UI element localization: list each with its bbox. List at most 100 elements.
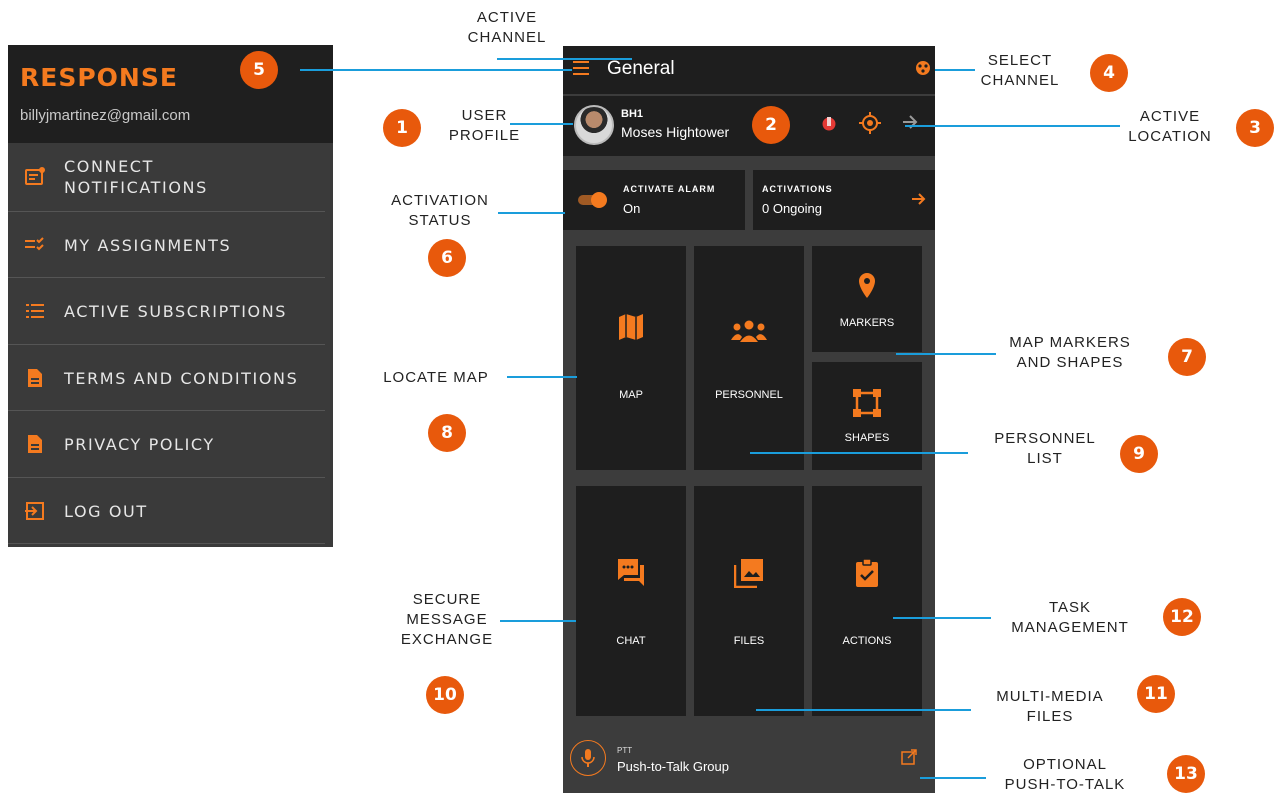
callout-number-12: 12 bbox=[1163, 598, 1201, 636]
menu-item-my-assignments[interactable]: MY ASSIGNMENTS bbox=[8, 212, 333, 278]
microphone-icon bbox=[581, 749, 595, 767]
callout-active-location: ACTIVE LOCATION bbox=[1128, 108, 1212, 145]
menu-item-label: ACTIVE SUBSCRIPTIONS bbox=[64, 301, 288, 321]
callout-number-11: 11 bbox=[1137, 675, 1175, 713]
callout-number-4: 4 bbox=[1090, 54, 1128, 92]
navigation-drawer: RESPONSE billyjmartinez@gmail.com CONNEC… bbox=[8, 45, 333, 547]
drawer-header: RESPONSE billyjmartinez@gmail.com bbox=[8, 45, 333, 143]
location-pin-icon bbox=[859, 273, 875, 298]
callout-line-12 bbox=[893, 617, 991, 619]
microphone-button[interactable] bbox=[570, 740, 606, 776]
group-icon bbox=[731, 320, 767, 342]
callout-number-6: 6 bbox=[428, 239, 466, 277]
personnel-tile[interactable]: PERSONNEL bbox=[694, 246, 804, 470]
callout-number-13: 13 bbox=[1167, 755, 1205, 793]
user-email: billyjmartinez@gmail.com bbox=[20, 107, 191, 124]
markers-label: MARKERS bbox=[839, 317, 895, 329]
alarm-value: On bbox=[623, 201, 641, 216]
callout-line-9 bbox=[750, 452, 968, 454]
callout-push-to-talk: OPTIONAL PUSH-TO-TALK bbox=[1004, 756, 1126, 793]
callout-locate-map: LOCATE MAP bbox=[383, 369, 489, 386]
checklist-icon bbox=[24, 234, 46, 256]
actions-label: ACTIONS bbox=[842, 635, 892, 647]
callout-number-8: 8 bbox=[428, 414, 466, 452]
personnel-label: PERSONNEL bbox=[715, 389, 783, 401]
document-icon bbox=[24, 433, 46, 455]
menu-item-label: MY ASSIGNMENTS bbox=[64, 235, 232, 255]
brand-logo: RESPONSE bbox=[20, 63, 178, 92]
callout-task-management: TASK MANAGEMENT bbox=[1011, 599, 1129, 636]
menu-item-connect-notifications[interactable]: CONNECT NOTIFICATIONS bbox=[8, 144, 333, 210]
callout-line-5 bbox=[300, 69, 572, 71]
callout-number-7: 7 bbox=[1168, 338, 1206, 376]
arrow-right-icon[interactable] bbox=[901, 112, 919, 132]
user-name: Moses Hightower bbox=[621, 124, 730, 140]
callout-number-10: 10 bbox=[426, 676, 464, 714]
menu-item-label: CONNECT NOTIFICATIONS bbox=[64, 157, 208, 197]
ptt-label: PTT bbox=[617, 746, 633, 755]
activations-value: 0 Ongoing bbox=[762, 201, 822, 216]
user-profile[interactable]: BH1 Moses Hightower bbox=[563, 96, 935, 156]
alarm-toggle[interactable] bbox=[578, 192, 608, 208]
callout-secure-message: SECURE MESSAGE EXCHANGE bbox=[400, 591, 494, 648]
callout-number-5: 5 bbox=[240, 51, 278, 89]
files-tile[interactable]: FILES bbox=[694, 486, 804, 716]
callout-line-6 bbox=[498, 212, 565, 214]
callout-active-channel: ACTIVE CHANNEL bbox=[467, 9, 547, 46]
callout-line-10 bbox=[500, 620, 576, 622]
markers-tile[interactable]: MARKERS bbox=[812, 246, 922, 352]
callout-number-1: 1 bbox=[383, 109, 421, 147]
activations-tile[interactable]: ACTIVATIONS 0 Ongoing bbox=[753, 170, 935, 230]
callout-number-2: 2 bbox=[752, 106, 790, 144]
callout-line-7 bbox=[896, 353, 996, 355]
callout-line-3 bbox=[905, 125, 1120, 127]
shape-polygon-icon bbox=[853, 389, 881, 417]
image-gallery-icon bbox=[734, 559, 763, 588]
menu-icon[interactable] bbox=[573, 61, 589, 75]
menu-item-label: LOG OUT bbox=[64, 501, 148, 521]
callout-user-profile: USER PROFILE bbox=[448, 107, 521, 144]
channel-select-icon[interactable] bbox=[915, 60, 931, 76]
menu-item-privacy-policy[interactable]: PRIVACY POLICY bbox=[8, 411, 333, 477]
callout-number-3: 3 bbox=[1236, 109, 1274, 147]
avatar[interactable] bbox=[574, 105, 614, 145]
callout-line-4 bbox=[935, 69, 975, 71]
list-icon bbox=[24, 300, 46, 322]
callout-line-channel bbox=[497, 58, 632, 60]
open-external-icon[interactable] bbox=[901, 749, 917, 765]
document-icon bbox=[24, 367, 46, 389]
chat-tile[interactable]: CHAT bbox=[576, 486, 686, 716]
callout-line-11 bbox=[756, 709, 971, 711]
map-tile[interactable]: MAP bbox=[576, 246, 686, 470]
clipboard-check-icon bbox=[856, 558, 878, 587]
menu-item-log-out[interactable]: LOG OUT bbox=[8, 478, 333, 544]
activate-alarm-tile[interactable]: ACTIVATE ALARM On bbox=[563, 170, 745, 230]
medal-icon bbox=[822, 117, 836, 131]
menu-item-active-subscriptions[interactable]: ACTIVE SUBSCRIPTIONS bbox=[8, 278, 333, 344]
callout-personnel-list: PERSONNEL LIST bbox=[994, 430, 1096, 467]
callout-activation-status: ACTIVATION STATUS bbox=[391, 192, 489, 229]
callout-select-channel: SELECT CHANNEL bbox=[980, 52, 1060, 89]
alarm-label: ACTIVATE ALARM bbox=[623, 184, 716, 194]
map-label: MAP bbox=[619, 389, 643, 401]
callout-number-9: 9 bbox=[1120, 435, 1158, 473]
phone-screen: General BH1 Moses Hightower ACTIVATE ALA… bbox=[563, 46, 935, 793]
arrow-right-icon bbox=[912, 193, 926, 205]
chat-icon bbox=[618, 559, 644, 586]
divider bbox=[8, 543, 325, 544]
push-to-talk-bar: PTT Push-to-Talk Group bbox=[563, 722, 935, 793]
actions-tile[interactable]: ACTIONS bbox=[812, 486, 922, 716]
menu-item-terms-and-conditions[interactable]: TERMS AND CONDITIONS bbox=[8, 345, 333, 411]
notification-icon bbox=[24, 166, 46, 188]
shapes-label: SHAPES bbox=[844, 432, 890, 444]
active-channel-title: General bbox=[607, 58, 675, 79]
callout-map-markers: MAP MARKERS AND SHAPES bbox=[1009, 334, 1131, 371]
callout-line-8 bbox=[507, 376, 577, 378]
ptt-group: Push-to-Talk Group bbox=[617, 759, 729, 774]
logout-icon bbox=[24, 500, 46, 522]
map-icon bbox=[619, 314, 643, 340]
menu-item-label: PRIVACY POLICY bbox=[64, 434, 215, 454]
callout-multi-media-files: MULTI-MEDIA FILES bbox=[996, 688, 1104, 725]
location-target-icon[interactable] bbox=[859, 112, 881, 134]
menu-item-label: TERMS AND CONDITIONS bbox=[64, 368, 299, 388]
